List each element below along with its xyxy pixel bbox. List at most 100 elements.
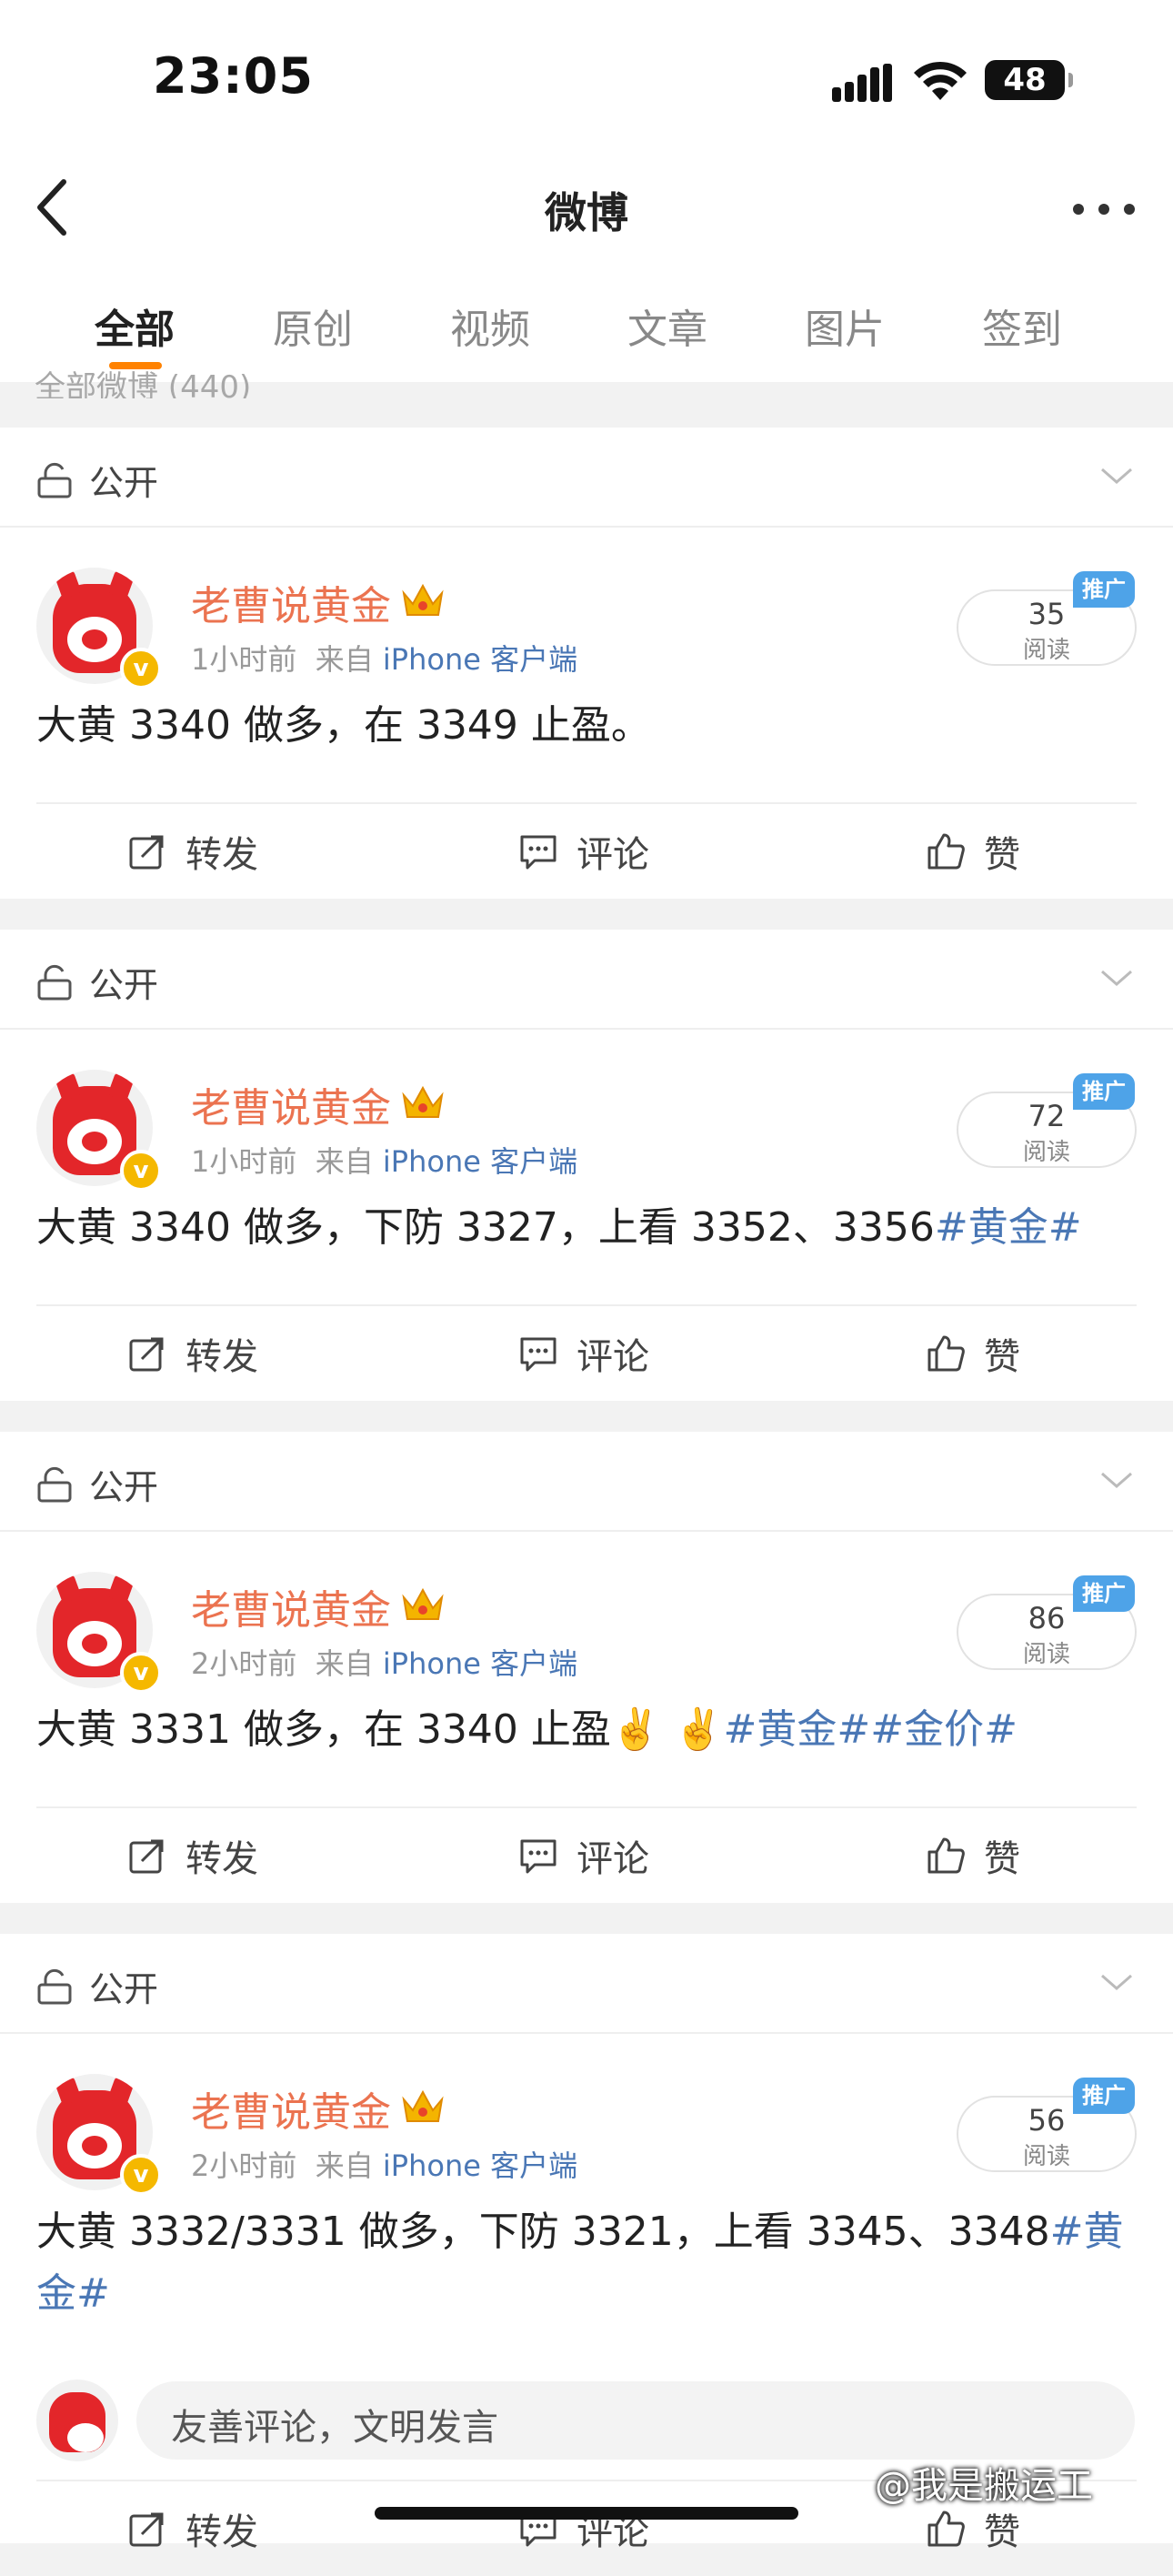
- like-label: 赞: [984, 1838, 1020, 1880]
- post-source[interactable]: iPhone 客户端: [383, 1646, 577, 1681]
- post-content: v 老曹说黄金 1小时前 来自 iPhone 客户端 35 阅读 推广 大黄 3…: [0, 526, 1173, 802]
- like-icon: [927, 833, 965, 870]
- comment-avatar: [36, 2380, 118, 2461]
- visibility-row[interactable]: 公开: [0, 1934, 1173, 2034]
- victory-hand-emoji: ✌️ ✌️: [610, 1706, 724, 1753]
- post-card[interactable]: 公开 v 老曹说黄金 1小时前 来自 iPhone 客户端 72 阅读 推广 大…: [0, 930, 1173, 1401]
- chevron-down-icon[interactable]: [1098, 1468, 1135, 1492]
- post-card[interactable]: 公开 v 老曹说黄金 1小时前 来自 iPhone 客户端 35 阅读 推广 大…: [0, 428, 1173, 899]
- like-icon: [927, 2511, 965, 2547]
- comment-input[interactable]: 友善评论，文明发言: [136, 2381, 1135, 2460]
- post-time: 1小时前: [191, 642, 297, 677]
- visibility-row[interactable]: 公开: [0, 428, 1173, 528]
- tab-original[interactable]: 原创: [273, 297, 353, 355]
- like-button[interactable]: 赞: [926, 804, 1020, 899]
- post-source[interactable]: iPhone 客户端: [383, 642, 577, 677]
- username[interactable]: 老曹说黄金: [191, 1075, 391, 1133]
- visibility-label: 公开: [89, 463, 159, 503]
- comment-button[interactable]: 评论: [518, 1808, 649, 1903]
- source-prefix: 来自: [315, 1144, 374, 1179]
- tab-video[interactable]: 视频: [450, 297, 530, 355]
- read-label: 阅读: [1022, 1641, 1070, 1668]
- username[interactable]: 老曹说黄金: [191, 1577, 391, 1635]
- post-content: v 老曹说黄金 2小时前 来自 iPhone 客户端 56 阅读 推广 大黄 3…: [0, 2032, 1173, 2347]
- comment-label: 评论: [576, 1838, 649, 1880]
- tab-image[interactable]: 图片: [805, 297, 885, 355]
- chevron-down-icon[interactable]: [1098, 1970, 1135, 1994]
- chevron-down-icon[interactable]: [1098, 464, 1135, 488]
- repost-button[interactable]: 转发: [127, 1808, 258, 1903]
- comment-button[interactable]: 评论: [518, 1306, 649, 1401]
- watermark: @我是搬运工: [875, 2465, 1093, 2507]
- visibility-label: 公开: [89, 965, 159, 1005]
- status-time: 23:05: [153, 47, 314, 105]
- hashtag-link[interactable]: #黄金#: [935, 1204, 1082, 1251]
- promote-badge[interactable]: 推广: [1073, 1575, 1135, 1612]
- post-text: 大黄 3331 做多，在 3340 止盈✌️ ✌️ #黄金##金价#: [36, 1699, 1137, 1761]
- post-meta: 2小时前 来自 iPhone 客户端: [191, 1641, 577, 1683]
- post-time: 1小时前: [191, 1144, 297, 1179]
- post-source[interactable]: iPhone 客户端: [383, 2148, 577, 2183]
- crown-icon: [402, 2089, 444, 2122]
- comment-icon: [520, 1839, 556, 1874]
- repost-icon: [129, 1337, 164, 1372]
- tab-all[interactable]: 全部: [95, 297, 175, 355]
- crown-icon: [402, 583, 444, 616]
- home-indicator: [375, 2507, 798, 2520]
- comment-button[interactable]: 评论: [518, 804, 649, 899]
- repost-button[interactable]: 转发: [127, 2481, 258, 2576]
- post-meta: 1小时前 来自 iPhone 客户端: [191, 637, 577, 679]
- repost-button[interactable]: 转发: [127, 804, 258, 899]
- comment-button[interactable]: 评论: [518, 2481, 649, 2576]
- post-text: 大黄 3340 做多，在 3349 止盈。: [36, 702, 651, 749]
- like-button[interactable]: 赞: [926, 1808, 1020, 1903]
- post-card[interactable]: 公开 v 老曹说黄金 2小时前 来自 iPhone 客户端 86 阅读 推广 大…: [0, 1432, 1173, 1903]
- post-source[interactable]: iPhone 客户端: [383, 1144, 577, 1179]
- crown-icon: [402, 1587, 444, 1620]
- read-label: 阅读: [1022, 637, 1070, 664]
- nav-bar: 微博: [0, 155, 1173, 267]
- visibility-row[interactable]: 公开: [0, 930, 1173, 1030]
- chevron-down-icon[interactable]: [1098, 966, 1135, 990]
- status-bar: 23:05 48: [0, 0, 1173, 155]
- comment-label: 评论: [576, 834, 649, 876]
- promote-badge[interactable]: 推广: [1073, 2078, 1135, 2114]
- visibility-row[interactable]: 公开: [0, 1432, 1173, 1532]
- lock-icon: [37, 462, 72, 498]
- action-bar: 转发 评论 赞: [0, 1306, 1173, 1401]
- tab-checkin[interactable]: 签到: [982, 297, 1062, 355]
- lock-icon: [37, 1466, 72, 1503]
- username[interactable]: 老曹说黄金: [191, 573, 391, 631]
- repost-label: 转发: [185, 834, 258, 876]
- comment-icon: [520, 1337, 556, 1372]
- repost-label: 转发: [185, 1336, 258, 1378]
- wifi-icon: [914, 61, 967, 100]
- username[interactable]: 老曹说黄金: [191, 2079, 391, 2138]
- weibo-count-header: 全部微博 (440): [35, 369, 252, 398]
- source-prefix: 来自: [315, 1646, 374, 1681]
- verified-icon: v: [120, 1652, 162, 1694]
- visibility-label: 公开: [89, 1467, 159, 1507]
- more-icon[interactable]: [1073, 189, 1137, 226]
- tab-article[interactable]: 文章: [627, 297, 707, 355]
- like-icon: [927, 1837, 965, 1874]
- promote-badge[interactable]: 推广: [1073, 1073, 1135, 1110]
- post-card[interactable]: 公开 v 老曹说黄金 2小时前 来自 iPhone 客户端 56 阅读 推广 大…: [0, 1934, 1173, 2553]
- repost-label: 转发: [185, 2511, 258, 2553]
- verified-icon: v: [120, 648, 162, 689]
- source-prefix: 来自: [315, 2148, 374, 2183]
- promote-badge[interactable]: 推广: [1073, 571, 1135, 608]
- hashtag-link[interactable]: #黄金##金价#: [723, 1706, 1017, 1753]
- action-bar: 转发 评论 赞: [0, 1808, 1173, 1903]
- signal-icon: [832, 64, 892, 102]
- verified-icon: v: [120, 2154, 162, 2196]
- like-button[interactable]: 赞: [926, 1306, 1020, 1401]
- post-content: v 老曹说黄金 2小时前 来自 iPhone 客户端 86 阅读 推广 大黄 3…: [0, 1530, 1173, 1806]
- repost-icon: [129, 2512, 164, 2547]
- comment-icon: [520, 835, 556, 870]
- visibility-label: 公开: [89, 1969, 159, 2009]
- repost-button[interactable]: 转发: [127, 1306, 258, 1401]
- crown-icon: [402, 1085, 444, 1118]
- lock-icon: [37, 964, 72, 1001]
- action-bar: 转发 评论 赞: [0, 804, 1173, 899]
